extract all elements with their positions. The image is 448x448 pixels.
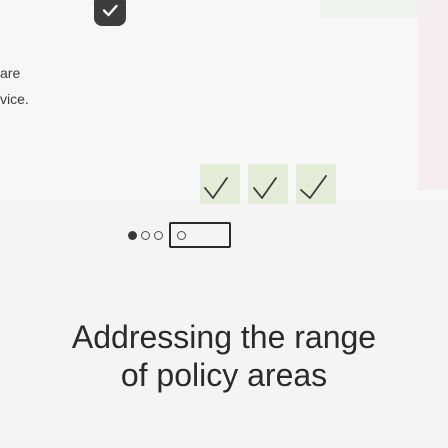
carousel-current-frame[interactable] <box>169 222 231 248</box>
headline-line: of policy areas <box>120 357 328 393</box>
carousel-dot-3[interactable] <box>154 230 163 240</box>
body-text-line: are <box>0 65 21 81</box>
check-icon <box>204 177 228 199</box>
check-icon <box>300 175 327 199</box>
body-text: are vice. <box>0 60 60 112</box>
carousel-dot-4[interactable] <box>177 230 186 240</box>
carousel-indicator <box>128 222 231 248</box>
card-right-accent <box>418 0 448 190</box>
body-text-line: vice. <box>0 91 29 107</box>
card-top-accent <box>320 0 420 18</box>
check-badge-icon <box>94 0 126 26</box>
slide-stage: are vice. Addressing the range of policy… <box>0 0 448 448</box>
check-icon <box>253 177 277 199</box>
check-tile <box>296 164 336 204</box>
carousel-dot-1[interactable] <box>128 230 137 240</box>
headline-line: Addressing the range <box>71 319 377 355</box>
slide-headline: Addressing the range of policy areas <box>0 318 448 394</box>
check-tile <box>200 164 240 204</box>
carousel-dot-2[interactable] <box>141 230 150 240</box>
checkmark-row <box>200 164 336 204</box>
check-tile <box>248 164 288 204</box>
